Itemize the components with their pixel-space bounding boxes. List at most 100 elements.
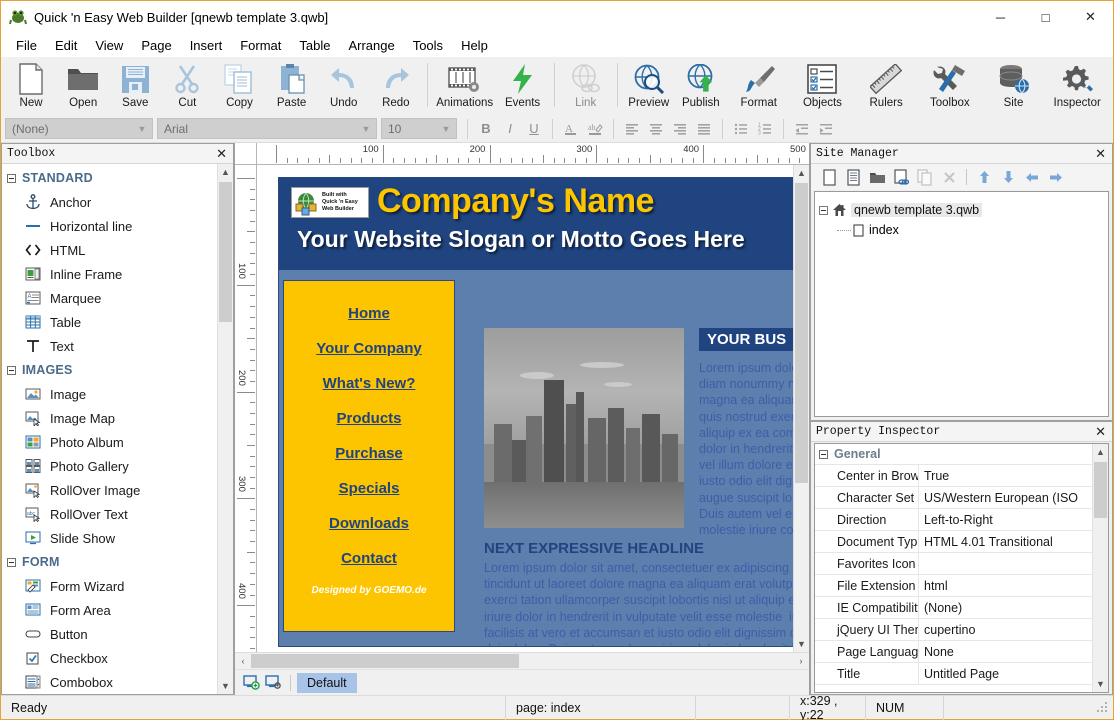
new-link-page-icon[interactable] [889,166,913,188]
scroll-track[interactable] [1093,460,1108,676]
font-size-dropdown[interactable]: 10 ▼ [381,118,457,139]
canvas-horizontal-scrollbar[interactable]: ‹ › [235,652,809,669]
website-preview[interactable]: Built with Quick 'n Easy Web Builder Compa… [278,177,793,647]
move-left-icon[interactable] [1020,166,1044,188]
duplicate-page-icon[interactable] [913,166,937,188]
property-row[interactable]: Center in BrowseTrue [815,465,1092,487]
toolbar-site-button[interactable]: Site [982,59,1046,115]
toolbox-item-html[interactable]: HTML [2,238,217,262]
toolbar-redo-button[interactable]: Redo [370,59,422,115]
collapse-icon[interactable] [7,173,16,183]
property-value[interactable]: cupertino [919,619,1092,640]
page-settings-icon[interactable] [262,673,284,693]
italic-button[interactable]: I [498,118,522,140]
nav-link-products[interactable]: Products [284,410,454,427]
align-right-button[interactable] [668,118,692,140]
toolbox-item-image[interactable]: Image [2,382,217,406]
close-icon[interactable]: ✕ [1093,146,1108,162]
toolbar-preview-button[interactable]: Preview [623,59,675,115]
toolbar-inspector-button[interactable]: Inspector [1045,59,1109,115]
increase-indent-button[interactable] [814,118,838,140]
collapse-icon[interactable] [7,365,16,375]
add-page-icon[interactable] [240,673,262,693]
toolbar-new-button[interactable]: New [5,59,57,115]
decrease-indent-button[interactable] [790,118,814,140]
delete-page-icon[interactable] [937,166,961,188]
site-tree[interactable]: qnewb template 3.qwb index [814,191,1109,417]
toolbox-group-images[interactable]: IMAGES [2,358,217,382]
horizontal-ruler[interactable]: 100 200 300 400 500 [257,143,809,165]
toolbox-item-photo-album[interactable]: Photo Album [2,430,217,454]
page-tab-default[interactable]: Default [297,672,357,693]
property-scrollbar[interactable]: ▲ ▼ [1092,444,1108,692]
toolbox-item-anchor[interactable]: Anchor [2,190,217,214]
property-value[interactable]: Untitled Page [919,663,1092,684]
toolbox-item-combobox[interactable]: Combobox [2,670,217,694]
toolbar-undo-button[interactable]: Undo [318,59,370,115]
property-value[interactable]: US/Western European (ISO [919,487,1092,508]
move-down-icon[interactable] [996,166,1020,188]
style-dropdown[interactable]: (None) ▼ [5,118,153,139]
city-skyline-photo[interactable] [484,328,684,528]
tree-child-index[interactable]: index [819,220,1104,240]
font-family-dropdown[interactable]: Arial ▼ [157,118,377,139]
property-row[interactable]: Title Untitled Page [815,663,1092,685]
new-blank-page-icon[interactable] [841,166,865,188]
toolbar-copy-button[interactable]: Copy [213,59,265,115]
toolbox-item-slide-show[interactable]: Slide Show [2,526,217,550]
toolbox-item-image-map[interactable]: Image Map [2,406,217,430]
menu-help[interactable]: Help [452,35,497,56]
property-value[interactable]: html [919,575,1092,596]
scroll-thumb[interactable] [795,183,808,483]
menu-format[interactable]: Format [231,35,290,56]
nav-link-what-s-new[interactable]: What's New? [284,375,454,392]
toolbar-rulers-button[interactable]: Rulers [854,59,918,115]
minimize-button[interactable]: ─ [978,1,1023,33]
scroll-up-icon[interactable]: ▲ [1093,444,1108,460]
toolbox-item-checkbox[interactable]: Checkbox [2,646,217,670]
section-heading[interactable]: YOUR BUS [699,328,793,351]
underline-button[interactable]: U [522,118,546,140]
scroll-thumb[interactable] [219,182,232,322]
property-row[interactable]: Direction Left-to-Right [815,509,1092,531]
menu-edit[interactable]: Edit [46,35,86,56]
section-body-text[interactable]: Lorem ipsum dolor diam nonummy nib magna… [699,360,793,538]
toolbox-item-button[interactable]: Button [2,622,217,646]
site-banner[interactable]: Built with Quick 'n Easy Web Builder Compa… [279,178,793,270]
bold-button[interactable]: B [474,118,498,140]
close-button[interactable]: ✕ [1068,1,1113,33]
nav-link-your-company[interactable]: Your Company [284,340,454,357]
collapse-icon[interactable] [819,205,828,215]
move-up-icon[interactable] [972,166,996,188]
toolbar-open-button[interactable]: Open [57,59,109,115]
scroll-down-icon[interactable]: ▼ [218,678,233,694]
scroll-track[interactable] [218,180,233,678]
toolbox-item-rollover-image[interactable]: RollOver Image [2,478,217,502]
toolbox-item-text[interactable]: Text [2,334,217,358]
scroll-down-icon[interactable]: ▼ [1093,676,1108,692]
toolbar-save-button[interactable]: Save [109,59,161,115]
scroll-track[interactable] [251,653,793,669]
scroll-thumb[interactable] [251,654,519,668]
menu-file[interactable]: File [7,35,46,56]
toolbox-item-photo-gallery[interactable]: Photo Gallery [2,454,217,478]
property-row[interactable]: jQuery UI Themecupertino [815,619,1092,641]
toolbox-item-marquee[interactable]: A Marquee [2,286,217,310]
property-value[interactable]: None [919,641,1092,662]
align-justify-button[interactable] [692,118,716,140]
font-color-button[interactable]: A [559,118,583,140]
vertical-ruler[interactable]: 100200300400500 [235,165,257,652]
site-slogan[interactable]: Your Website Slogan or Motto Goes Here [297,226,745,253]
sub-heading[interactable]: NEXT EXPRESSIVE HEADLINE [484,540,704,557]
close-icon[interactable]: ✕ [1093,424,1108,440]
nav-link-contact[interactable]: Contact [284,550,454,567]
nav-link-downloads[interactable]: Downloads [284,515,454,532]
close-icon[interactable]: ✕ [214,146,229,162]
menu-tools[interactable]: Tools [404,35,452,56]
toolbar-paste-button[interactable]: Paste [266,59,318,115]
toolbox-group-form[interactable]: FORM [2,550,217,574]
toolbox-item-form-area[interactable]: Form Area [2,598,217,622]
toolbar-cut-button[interactable]: Cut [161,59,213,115]
scroll-track[interactable] [794,181,809,636]
menu-view[interactable]: View [86,35,132,56]
